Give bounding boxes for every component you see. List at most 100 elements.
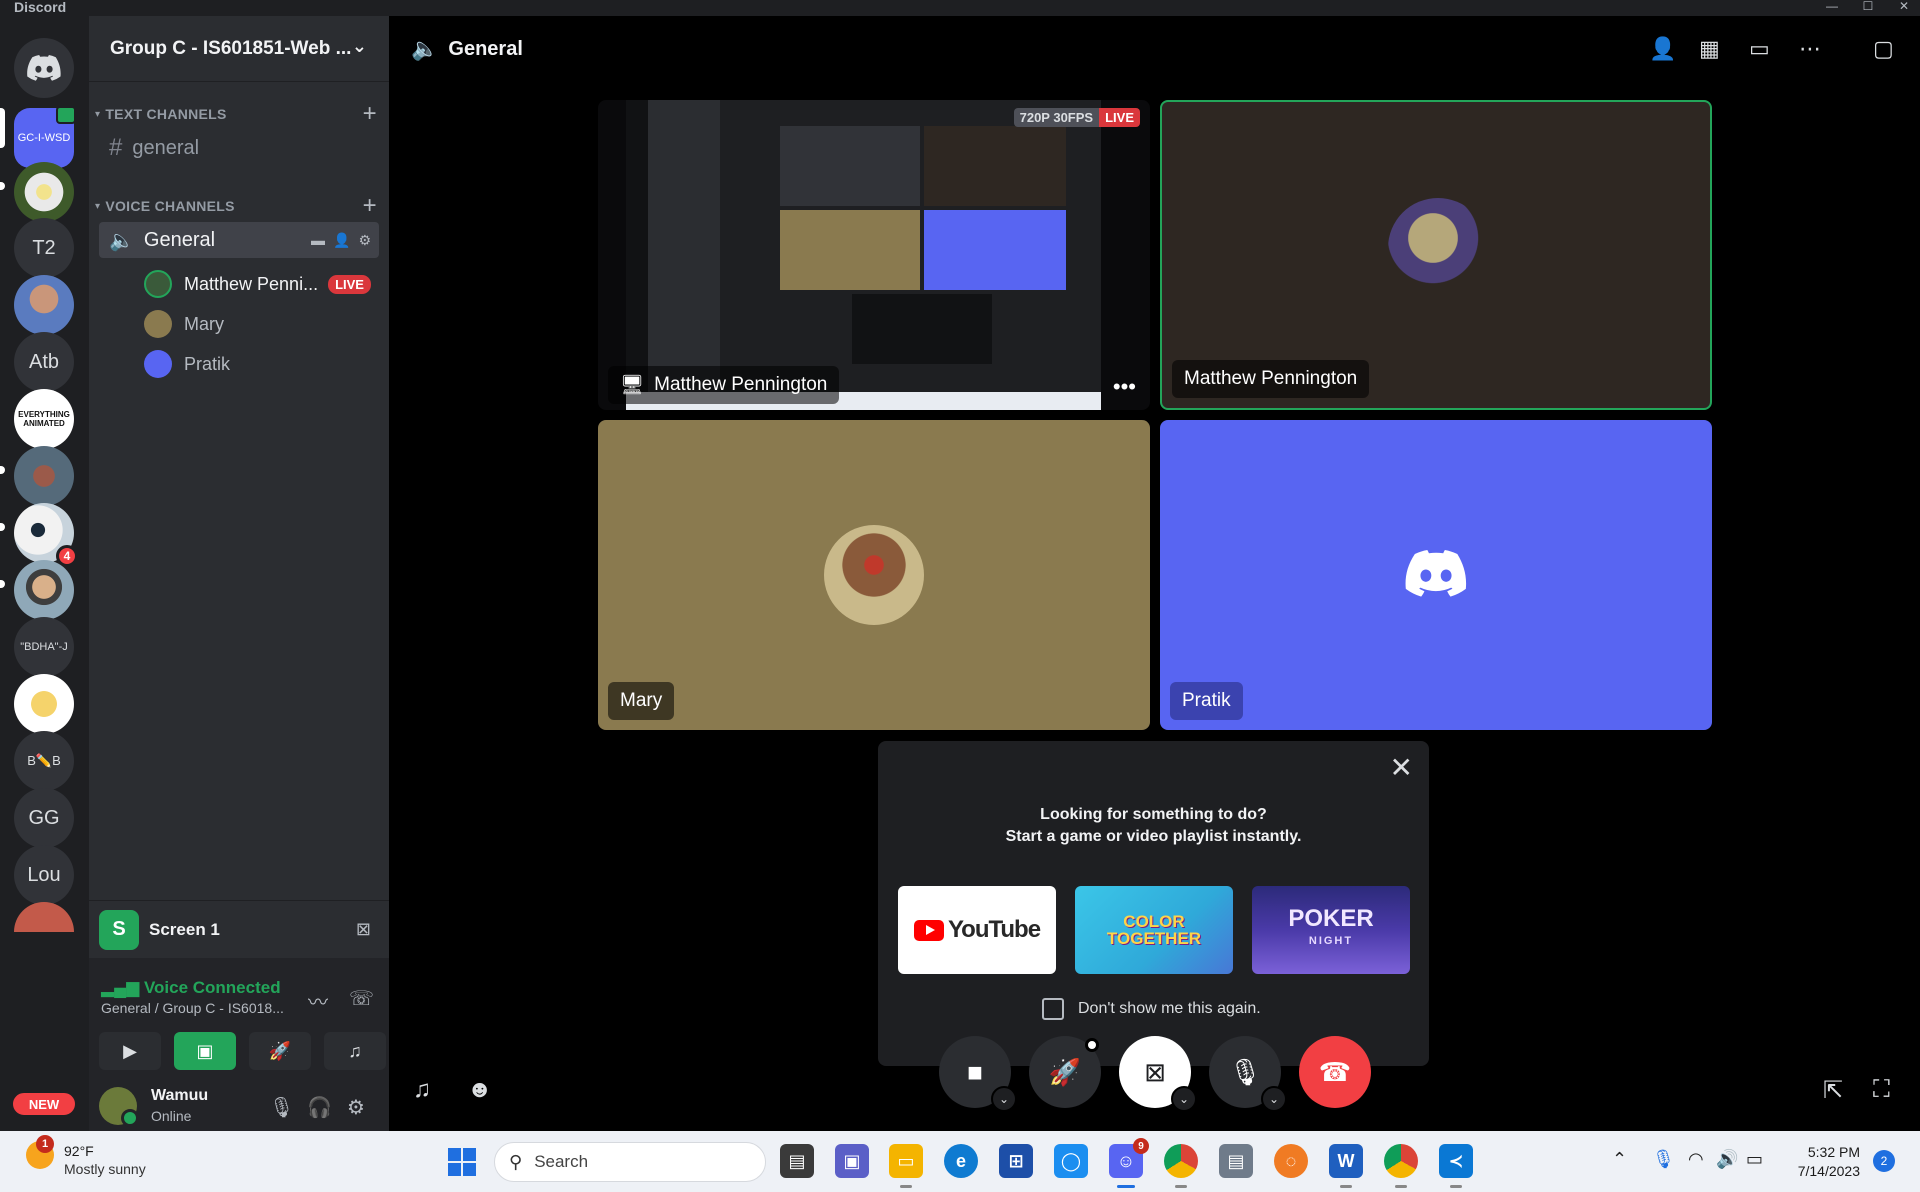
jupyter-icon[interactable]: ◌ — [1274, 1144, 1308, 1178]
server-lou[interactable]: Lou — [14, 845, 74, 905]
noise-suppression-icon[interactable]: 〰 — [308, 986, 328, 1015]
server-person-avatar[interactable] — [14, 275, 74, 335]
server-flower-avatar[interactable] — [14, 162, 74, 222]
start-button-icon[interactable] — [448, 1148, 476, 1176]
soundboard-icon[interactable]: ♫ — [413, 1076, 431, 1104]
popout-icon[interactable]: ⇱ — [1823, 1076, 1843, 1105]
zoom-icon[interactable]: ◯ — [1054, 1144, 1088, 1178]
activity-button[interactable]: 🚀 — [249, 1032, 311, 1070]
chevron-down-icon[interactable]: ⌄ — [1261, 1086, 1287, 1112]
camera-toggle-button[interactable]: ■ ⌄ — [939, 1036, 1017, 1112]
settings-gear-icon[interactable]: ⚙ — [347, 1095, 365, 1120]
vscode-icon[interactable]: ≺ — [1439, 1144, 1473, 1188]
voice-location[interactable]: General / Group C - IS6018... — [101, 1000, 284, 1016]
headphones-icon[interactable]: 🎧 — [307, 1095, 332, 1120]
network-app-icon[interactable]: ▤ — [1219, 1144, 1253, 1178]
battery-icon[interactable]: ▭ — [1746, 1149, 1763, 1170]
wifi-icon[interactable]: ◠ — [1688, 1149, 1704, 1170]
teams-chat-icon[interactable]: ▣ — [835, 1144, 869, 1178]
edge-browser-icon[interactable]: e — [944, 1144, 978, 1178]
disconnect-icon[interactable]: ☏ — [349, 986, 374, 1011]
chevron-up-icon[interactable]: ⌃ — [1612, 1149, 1627, 1170]
maximize-button[interactable]: ☐ — [1858, 0, 1878, 14]
add-user-icon[interactable]: 👤 — [1649, 36, 1676, 62]
discord-taskbar-icon[interactable]: ☺ 9 — [1109, 1138, 1149, 1188]
notification-count-badge[interactable]: 2 — [1873, 1150, 1895, 1172]
text-channels-category[interactable]: ▾ TEXT CHANNELS + — [95, 100, 385, 127]
voice-member-mary[interactable]: Mary — [144, 307, 384, 341]
server-everything-animated[interactable]: EVERYTHING ANIMATED — [14, 389, 74, 449]
activity-card-youtube[interactable]: YouTube — [898, 886, 1056, 974]
user-name[interactable]: Wamuu — [151, 1087, 208, 1105]
microphone-toggle-button[interactable]: 🎙 ⌄ — [1209, 1036, 1287, 1112]
fullscreen-icon[interactable]: ⛶ — [1873, 1076, 1890, 1104]
participant-tile-matthew[interactable]: Matthew Pennington — [1160, 100, 1712, 410]
stop-stream-icon[interactable]: ⊠ — [356, 919, 371, 940]
clock[interactable]: 5:32 PM 7/14/2023 — [1790, 1143, 1860, 1181]
activity-launch-button[interactable]: 🚀 — [1029, 1036, 1101, 1108]
activity-card-poker-night[interactable]: POKER NIGHT — [1252, 886, 1410, 974]
server-bearded-avatar[interactable] — [14, 560, 74, 620]
share-screen-button[interactable]: ▣ — [174, 1032, 236, 1070]
stop-screen-share-button[interactable]: ⊠ ⌄ — [1119, 1036, 1197, 1112]
chat-bubble-icon[interactable]: ▢ — [1873, 36, 1894, 62]
server-header[interactable]: Group C - IS601851-Web ... ⌄ — [89, 16, 389, 82]
chrome-icon[interactable] — [1164, 1144, 1198, 1188]
server-t2[interactable]: T2 — [14, 218, 74, 278]
activity-card-color-together[interactable]: COLOR TOGETHER — [1075, 886, 1233, 974]
popout-layout-icon[interactable]: ▭ — [1749, 36, 1770, 62]
soundboard-button[interactable]: ♫ — [324, 1032, 386, 1070]
gear-icon[interactable]: ⚙ — [358, 232, 371, 249]
microsoft-store-icon[interactable]: ⊞ — [999, 1144, 1033, 1178]
disconnect-call-button[interactable]: ☎ — [1299, 1036, 1371, 1108]
volume-icon[interactable]: 🔊 — [1716, 1149, 1738, 1170]
file-explorer-icon[interactable]: ▭ — [889, 1144, 923, 1188]
more-options-icon[interactable]: ⋯ — [1799, 36, 1821, 62]
server-photo-avatar[interactable] — [14, 446, 74, 506]
server-gc-i-wsd[interactable]: GC-I-WSD — [14, 106, 76, 168]
screen-share-panel[interactable]: S Screen 1 ⊠ — [89, 900, 389, 958]
weather-widget[interactable]: 1 92°F Mostly sunny — [26, 1135, 146, 1177]
camera-button[interactable]: ▶ — [99, 1032, 161, 1070]
chevron-down-icon[interactable]: ⌄ — [1171, 1086, 1197, 1112]
close-window-button[interactable]: ✕ — [1894, 0, 1914, 14]
new-badge[interactable]: NEW — [10, 1090, 78, 1118]
discord-home-icon[interactable] — [14, 38, 74, 98]
stream-tile-matthew[interactable]: 720P 30FPS LIVE 🖥 Matthew Pennington ••• — [598, 100, 1150, 410]
add-channel-icon[interactable]: + — [363, 192, 377, 220]
layout-grid-icon[interactable]: ▦ — [1699, 36, 1720, 62]
channel-general-text[interactable]: # general — [99, 130, 379, 166]
microphone-in-use-icon[interactable]: 🎙 — [1652, 1149, 1675, 1170]
invite-icon[interactable]: 👤 — [333, 232, 350, 249]
voice-member-pratik[interactable]: Pratik — [144, 347, 384, 381]
emoji-icon[interactable]: ☻ — [467, 1076, 492, 1104]
server-banana-avatar[interactable] — [14, 674, 74, 734]
channel-label: General — [143, 228, 216, 251]
server-bdha-j[interactable]: "BDHA"-J — [14, 617, 74, 677]
chrome-profile-icon[interactable] — [1384, 1144, 1418, 1188]
participant-tile-mary[interactable]: Mary — [598, 420, 1150, 730]
close-icon[interactable]: ✕ — [1390, 751, 1413, 784]
voice-channels-category[interactable]: ▾ VOICE CHANNELS + — [95, 192, 385, 219]
dont-show-again-checkbox[interactable]: Don't show me this again. — [1042, 998, 1261, 1020]
voice-connected-status[interactable]: ▂▄▆ Voice Connected — [101, 978, 281, 998]
more-options-icon[interactable]: ••• — [1113, 374, 1136, 400]
participant-tile-pratik[interactable]: Pratik — [1160, 420, 1712, 730]
word-icon[interactable]: W — [1329, 1144, 1363, 1188]
checkbox-box[interactable] — [1042, 998, 1064, 1020]
minimize-button[interactable]: — — [1822, 0, 1842, 14]
channel-general-voice[interactable]: 🔈 General ▬ 👤 ⚙ — [99, 222, 379, 258]
chat-icon[interactable]: ▬ — [311, 232, 325, 249]
server-b-pencil-b[interactable]: B✏️B — [14, 731, 74, 791]
add-channel-icon[interactable]: + — [363, 100, 377, 128]
microphone-icon[interactable]: 🎙 — [269, 1095, 294, 1120]
taskbar-search[interactable]: ⚲ Search — [494, 1142, 766, 1182]
avatar[interactable] — [99, 1087, 139, 1127]
task-view-icon[interactable]: ▤ — [780, 1144, 814, 1178]
server-gg[interactable]: GG — [14, 788, 74, 848]
chevron-down-icon[interactable]: ⌄ — [991, 1086, 1017, 1112]
server-robot-avatar[interactable]: 4 — [14, 503, 78, 567]
server-partial-avatar[interactable] — [14, 902, 74, 932]
server-atb[interactable]: Atb — [14, 332, 74, 392]
voice-member-matthew[interactable]: Matthew Penni... LIVE — [144, 267, 384, 301]
